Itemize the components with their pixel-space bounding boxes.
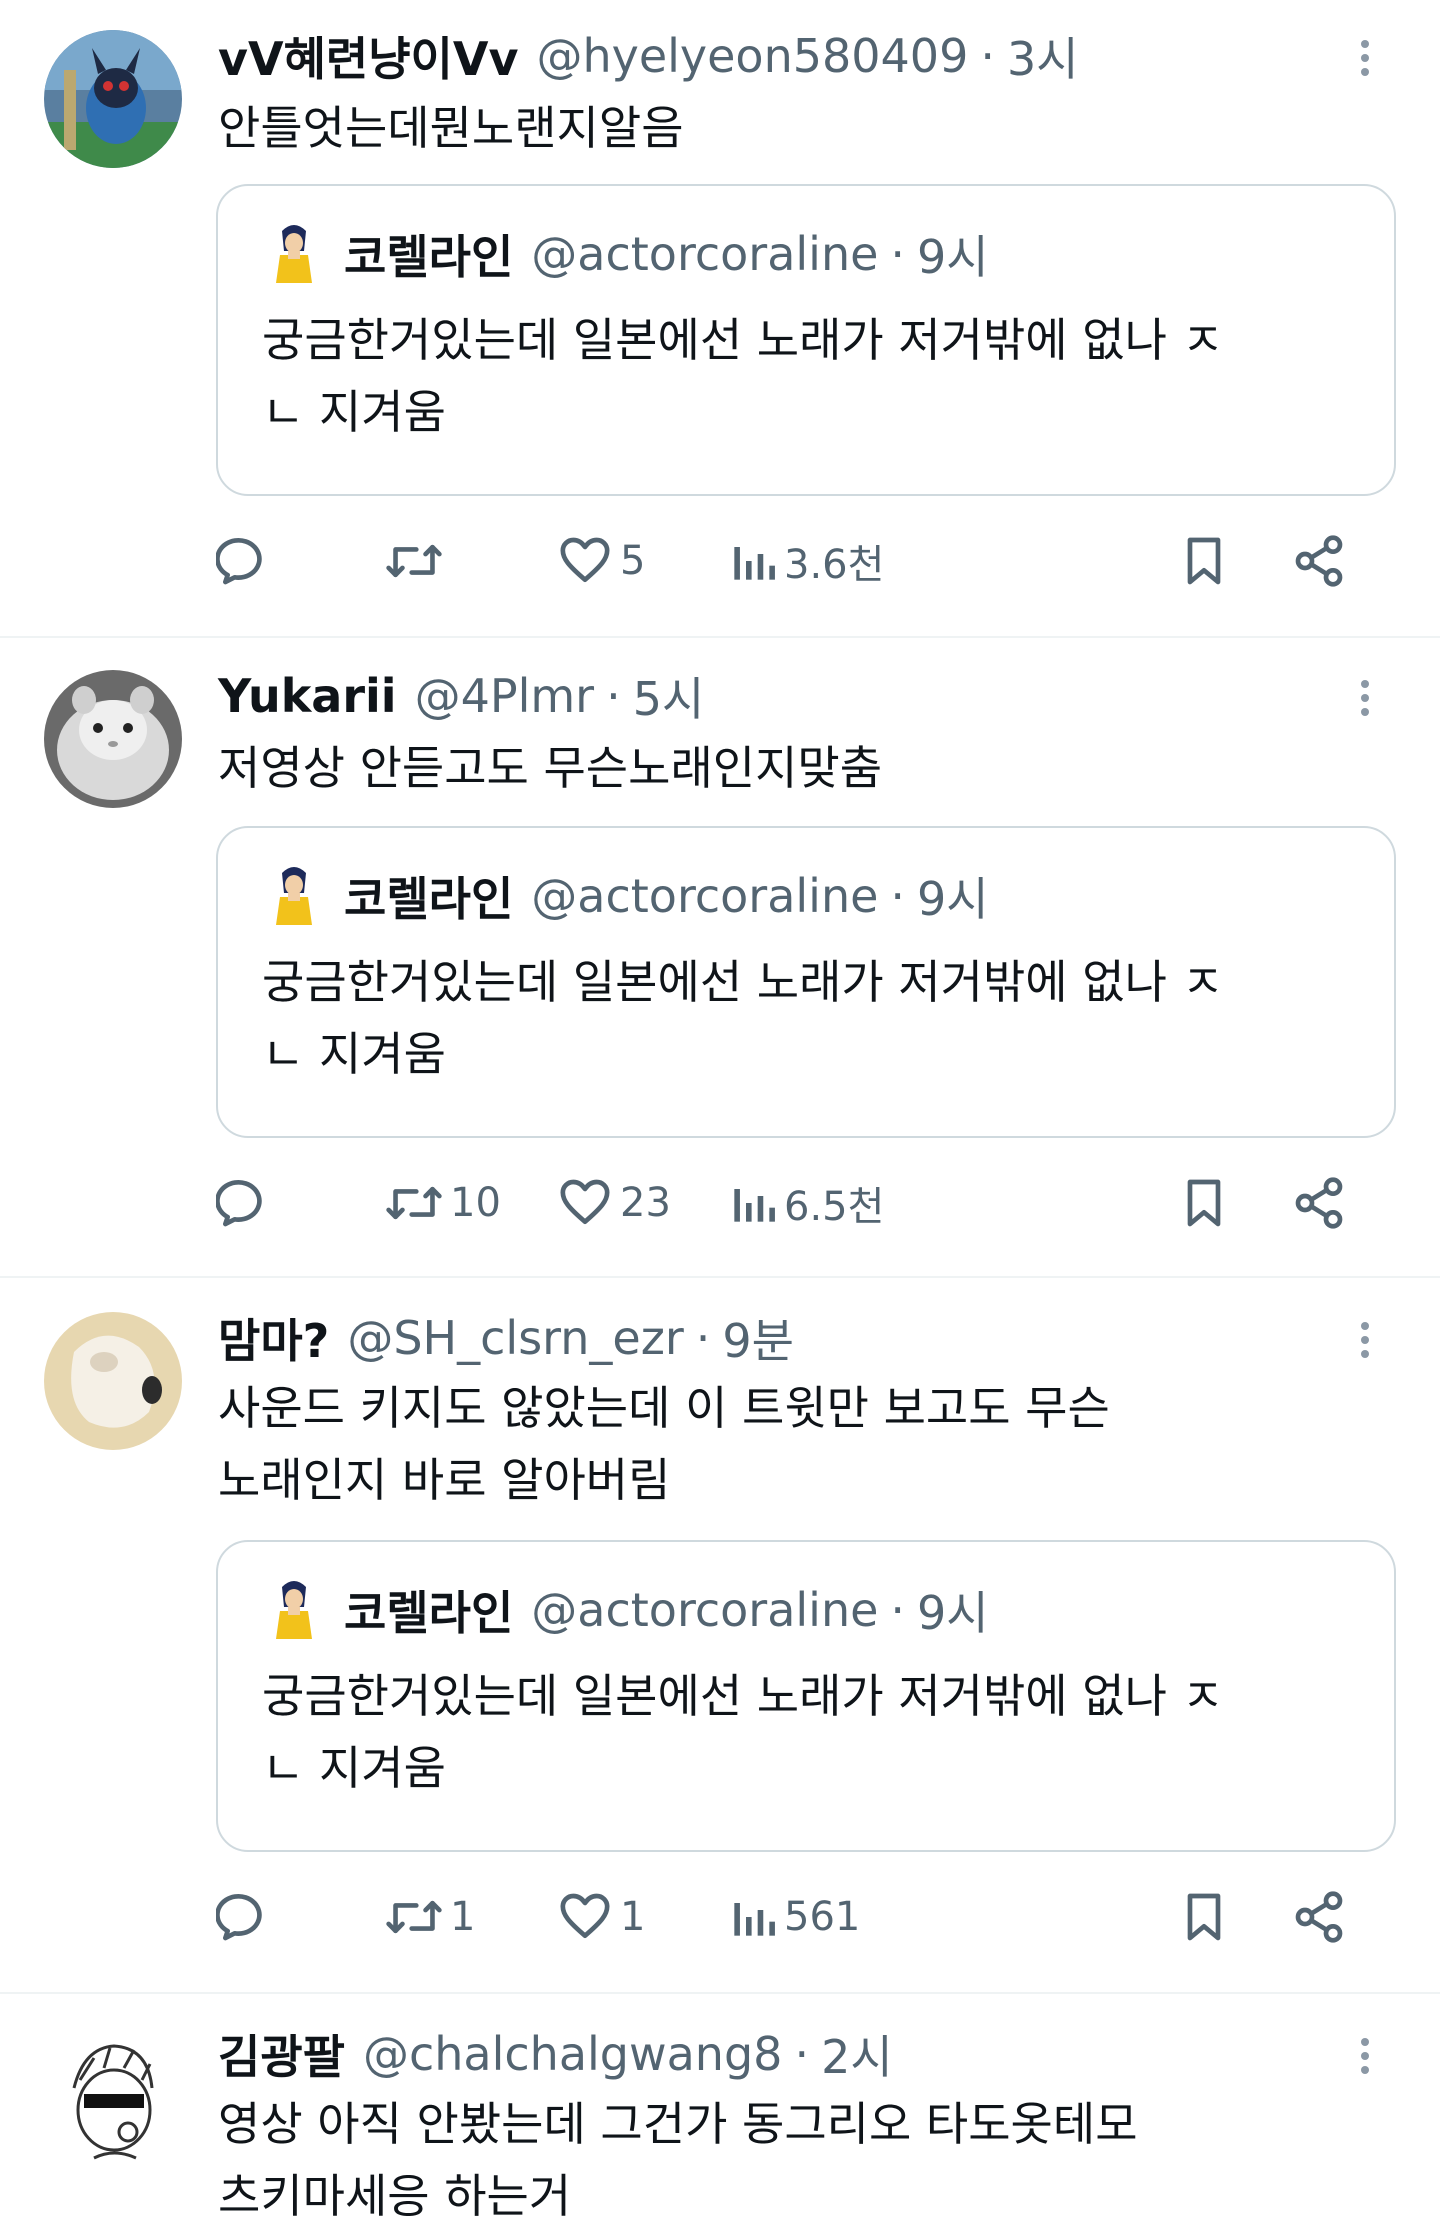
timestamp[interactable]: 9분 [722,1305,794,1371]
timestamp[interactable]: 5시 [633,663,705,729]
separator: · [890,869,906,923]
quoted-avatar [268,1577,320,1643]
reply-button[interactable] [216,1882,278,1952]
tweet-text: 저영상 안듣고도 무슨노래인지맞춤 [218,741,883,795]
views-button[interactable]: 6.5천 [728,1168,884,1238]
reply-button[interactable] [216,526,278,596]
views-icon [734,1189,775,1222]
quoted-timestamp[interactable]: 9시 [917,221,989,287]
retweet-button[interactable] [384,526,450,596]
quoted-display-name[interactable]: 코렐라인 [344,1577,513,1643]
view-count: 6.5천 [784,1184,885,1230]
more-icon[interactable] [1350,668,1380,728]
views-icon [734,547,775,580]
bookmark-button[interactable] [1176,1168,1232,1238]
retweet-icon [386,1900,442,1934]
avatar[interactable] [44,30,182,168]
heart-icon [560,1179,610,1224]
view-count: 561 [784,1894,861,1940]
display-name[interactable]: 맘마? [218,1305,329,1371]
quoted-handle[interactable]: @actorcoraline [531,1583,878,1637]
reply-icon [216,1180,262,1227]
bookmark-icon [1187,1179,1221,1227]
separator: · [695,1311,711,1365]
like-count: 23 [620,1180,671,1226]
more-icon[interactable] [1350,2026,1380,2086]
display-name[interactable]: Yukarii [218,669,397,723]
views-icon [734,1903,775,1936]
avatar[interactable] [44,1312,182,1450]
quoted-timestamp[interactable]: 9시 [917,863,989,929]
tweet-text: 안틀엇는데뭔노랜지알음 [218,101,684,155]
retweet-icon [386,1186,442,1220]
quoted-text: 궁금한거있는데 일본에선 노래가 저거밖에 없나 ㅈ ㄴ 지겨움 [262,1669,1224,1795]
bookmark-icon [1187,1893,1221,1941]
quoted-display-name[interactable]: 코렐라인 [344,863,513,929]
like-count: 5 [620,538,646,584]
share-button[interactable] [1290,526,1348,596]
retweet-button[interactable]: 1 [384,1882,475,1952]
quoted-tweet[interactable]: 코렐라인 @actorcoraline · 9시 궁금한거있는데 일본에선 노래… [216,826,1396,1138]
separator: · [980,29,995,83]
display-name[interactable]: 김광팔 [218,2021,345,2087]
user-handle[interactable]: @chalchalgwang8 [363,2027,782,2081]
user-handle[interactable]: @hyelyeon580409 [536,29,968,83]
views-button[interactable]: 3.6천 [728,526,884,596]
quoted-handle[interactable]: @actorcoraline [531,869,878,923]
tweet[interactable]: 김광팔 @chalchalgwang8 · 2시 영상 아직 안봤는데 그건가 … [0,1994,1440,2230]
heart-icon [560,1893,610,1938]
reply-button[interactable] [216,1168,278,1238]
share-button[interactable] [1290,1168,1348,1238]
retweet-count: 1 [450,1894,476,1940]
quoted-text: 궁금한거있는데 일본에선 노래가 저거밖에 없나 ㅈ ㄴ 지겨움 [262,313,1224,439]
retweet-icon [386,544,442,578]
quoted-timestamp[interactable]: 9시 [917,1577,989,1643]
timestamp[interactable]: 3시 [1007,23,1079,89]
avatar[interactable] [44,2028,182,2166]
share-icon [1295,535,1343,587]
quoted-display-name[interactable]: 코렐라인 [344,221,513,287]
quoted-avatar [268,221,320,287]
user-handle[interactable]: @SH_clsrn_ezr [347,1311,683,1365]
quoted-tweet[interactable]: 코렐라인 @actorcoraline · 9시 궁금한거있는데 일본에선 노래… [216,184,1396,496]
separator: · [794,2027,810,2081]
tweet[interactable]: Yukarii @4Plmr · 5시 저영상 안듣고도 무슨노래인지맞춤 코렐… [0,638,1440,1278]
tweet-text: 사운드 키지도 않았는데 이 트윗만 보고도 무슨 노래인지 바로 알아버림 [218,1381,1110,1507]
like-button[interactable]: 23 [556,1168,671,1238]
retweet-button[interactable]: 10 [384,1168,501,1238]
retweet-count: 10 [450,1180,501,1226]
like-count: 1 [620,1894,646,1940]
like-button[interactable]: 5 [556,526,645,596]
tweet[interactable]: vV혜련냥이Vv @hyelyeon580409 · 3시 안틀엇는데뭔노랜지알… [0,0,1440,638]
heart-icon [560,537,610,582]
bookmark-icon [1187,537,1221,585]
quoted-avatar [268,863,320,929]
separator: · [890,1583,906,1637]
like-button[interactable]: 1 [556,1882,645,1952]
view-count: 3.6천 [784,542,885,588]
timestamp[interactable]: 2시 [821,2021,893,2087]
tweet-text: 영상 아직 안봤는데 그건가 동그리오 타도옷테모 츠키마세응 하는거 [218,2097,1138,2223]
tweet[interactable]: 맘마? @SH_clsrn_ezr · 9분 사운드 키지도 않았는데 이 트윗… [0,1278,1440,1994]
quoted-handle[interactable]: @actorcoraline [531,227,878,281]
separator: · [890,227,906,281]
more-icon[interactable] [1350,28,1380,88]
bookmark-button[interactable] [1176,1882,1232,1952]
share-icon [1295,1891,1343,1943]
user-handle[interactable]: @4Plmr [415,669,595,723]
bookmark-button[interactable] [1176,526,1232,596]
reply-icon [216,538,262,585]
quoted-tweet[interactable]: 코렐라인 @actorcoraline · 9시 궁금한거있는데 일본에선 노래… [216,1540,1396,1852]
avatar[interactable] [44,670,182,808]
reply-icon [216,1894,262,1941]
separator: · [606,669,621,723]
more-icon[interactable] [1350,1310,1380,1370]
share-icon [1295,1177,1343,1229]
quoted-text: 궁금한거있는데 일본에선 노래가 저거밖에 없나 ㅈ ㄴ 지겨움 [262,955,1224,1081]
display-name[interactable]: vV혜련냥이Vv [218,23,518,89]
views-button[interactable]: 561 [728,1882,860,1952]
share-button[interactable] [1290,1882,1348,1952]
